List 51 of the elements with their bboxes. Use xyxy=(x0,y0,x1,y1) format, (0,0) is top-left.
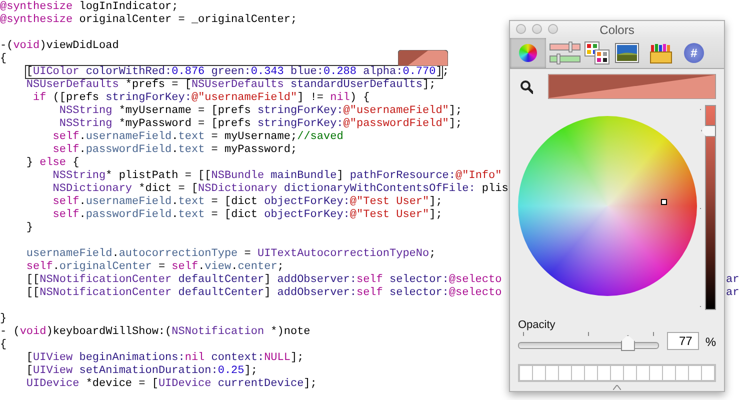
minimize-button[interactable] xyxy=(532,24,542,34)
landscape-icon xyxy=(615,43,639,63)
zoom-button[interactable] xyxy=(548,24,558,34)
resize-grip-icon[interactable] xyxy=(613,385,621,390)
search-icon xyxy=(520,80,534,94)
code-line: [[NSNotificationCenter defaultCenter] addObserver:self selector:@selecto xyxy=(25,274,502,287)
opacity-label: Opacity xyxy=(518,318,556,332)
code-line: [[NSNotificationCenter defaultCenter] addObserver:self selector:@selecto xyxy=(25,287,502,300)
code-line: NSDictionary *dict = [NSDictionary dictionaryWithContentsOfFile: plis xyxy=(52,183,508,196)
swatch-strip[interactable] xyxy=(518,364,716,382)
code-line: @synthesize originalCenter = _originalCenter; xyxy=(0,14,298,27)
color-marker[interactable] xyxy=(661,199,667,205)
code-line: { xyxy=(0,53,7,66)
percent-label: % xyxy=(705,334,716,350)
code-line: self.usernameField.text = myUsername;//saved xyxy=(52,131,344,144)
color-swatch[interactable] xyxy=(398,50,448,66)
code-line: self.passwordField.text = myPassword; xyxy=(52,144,298,157)
code-line: ar xyxy=(726,287,740,300)
code-line: ar xyxy=(726,274,740,287)
code-line: NSUserDefaults *prefs = [NSUserDefaults standardUserDefaults]; xyxy=(25,79,436,92)
code-line: usernameField.autocorrectionType = UITextAutocorrectionTypeNo; xyxy=(25,248,436,261)
close-button[interactable] xyxy=(516,24,526,34)
code-line: -(void)viewDidLoad xyxy=(0,40,119,53)
slider-thumb[interactable] xyxy=(620,335,635,351)
code-line: NSString *myPassword = [prefs stringForKey:@"passwordField"]; xyxy=(58,118,462,131)
palette-icon xyxy=(584,41,610,65)
hex-color-icon: # xyxy=(684,43,704,63)
code-line: } xyxy=(25,222,34,235)
code-line: - (void)keyboardWillShow:(NSNotification *)note xyxy=(0,326,310,339)
window-title: Colors xyxy=(600,22,634,36)
code-line: { xyxy=(0,339,7,352)
color-wheel-icon xyxy=(519,44,537,62)
code-line: } else { xyxy=(25,157,80,170)
code-line: NSString *myUsername = [prefs stringForKey:@"usernameField"]; xyxy=(58,105,462,118)
code-line: } xyxy=(0,313,7,326)
opacity-slider[interactable] xyxy=(518,334,660,350)
code-line: UIDevice *device = [UIDevice currentDevice]; xyxy=(25,378,317,391)
code-line: self.usernameField.text = [dict objectForKey:@"Test User"]; xyxy=(52,196,442,209)
sliders-icon xyxy=(549,41,581,65)
opacity-field[interactable]: 77 xyxy=(667,332,700,350)
code-line: self.passwordField.text = [dict objectForKey:@"Test User"]; xyxy=(52,209,442,222)
slider-thumb[interactable] xyxy=(701,124,716,137)
code-line: @synthesize logInIndicator; xyxy=(0,1,178,14)
code-line: [UIColor colorWithRed:0.876 green:0.343 blue:0.288 alpha:0.770]; xyxy=(26,66,449,79)
crayon-box-icon xyxy=(650,42,672,64)
code-line: [UIView setAnimationDuration:0.25]; xyxy=(25,365,258,378)
code-line: NSString* plistPath = [[NSBundle mainBundle] pathForResource:@"Info" xyxy=(52,170,502,183)
code-line: [UIView beginAnimations:nil context:NULL]; xyxy=(25,352,304,365)
code-line: if ([prefs stringForKey:@"usernameField"] != nil) { xyxy=(32,92,370,105)
code-line: self.originalCenter = self.view.center; xyxy=(25,261,284,274)
brightness-slider[interactable] xyxy=(701,105,716,310)
